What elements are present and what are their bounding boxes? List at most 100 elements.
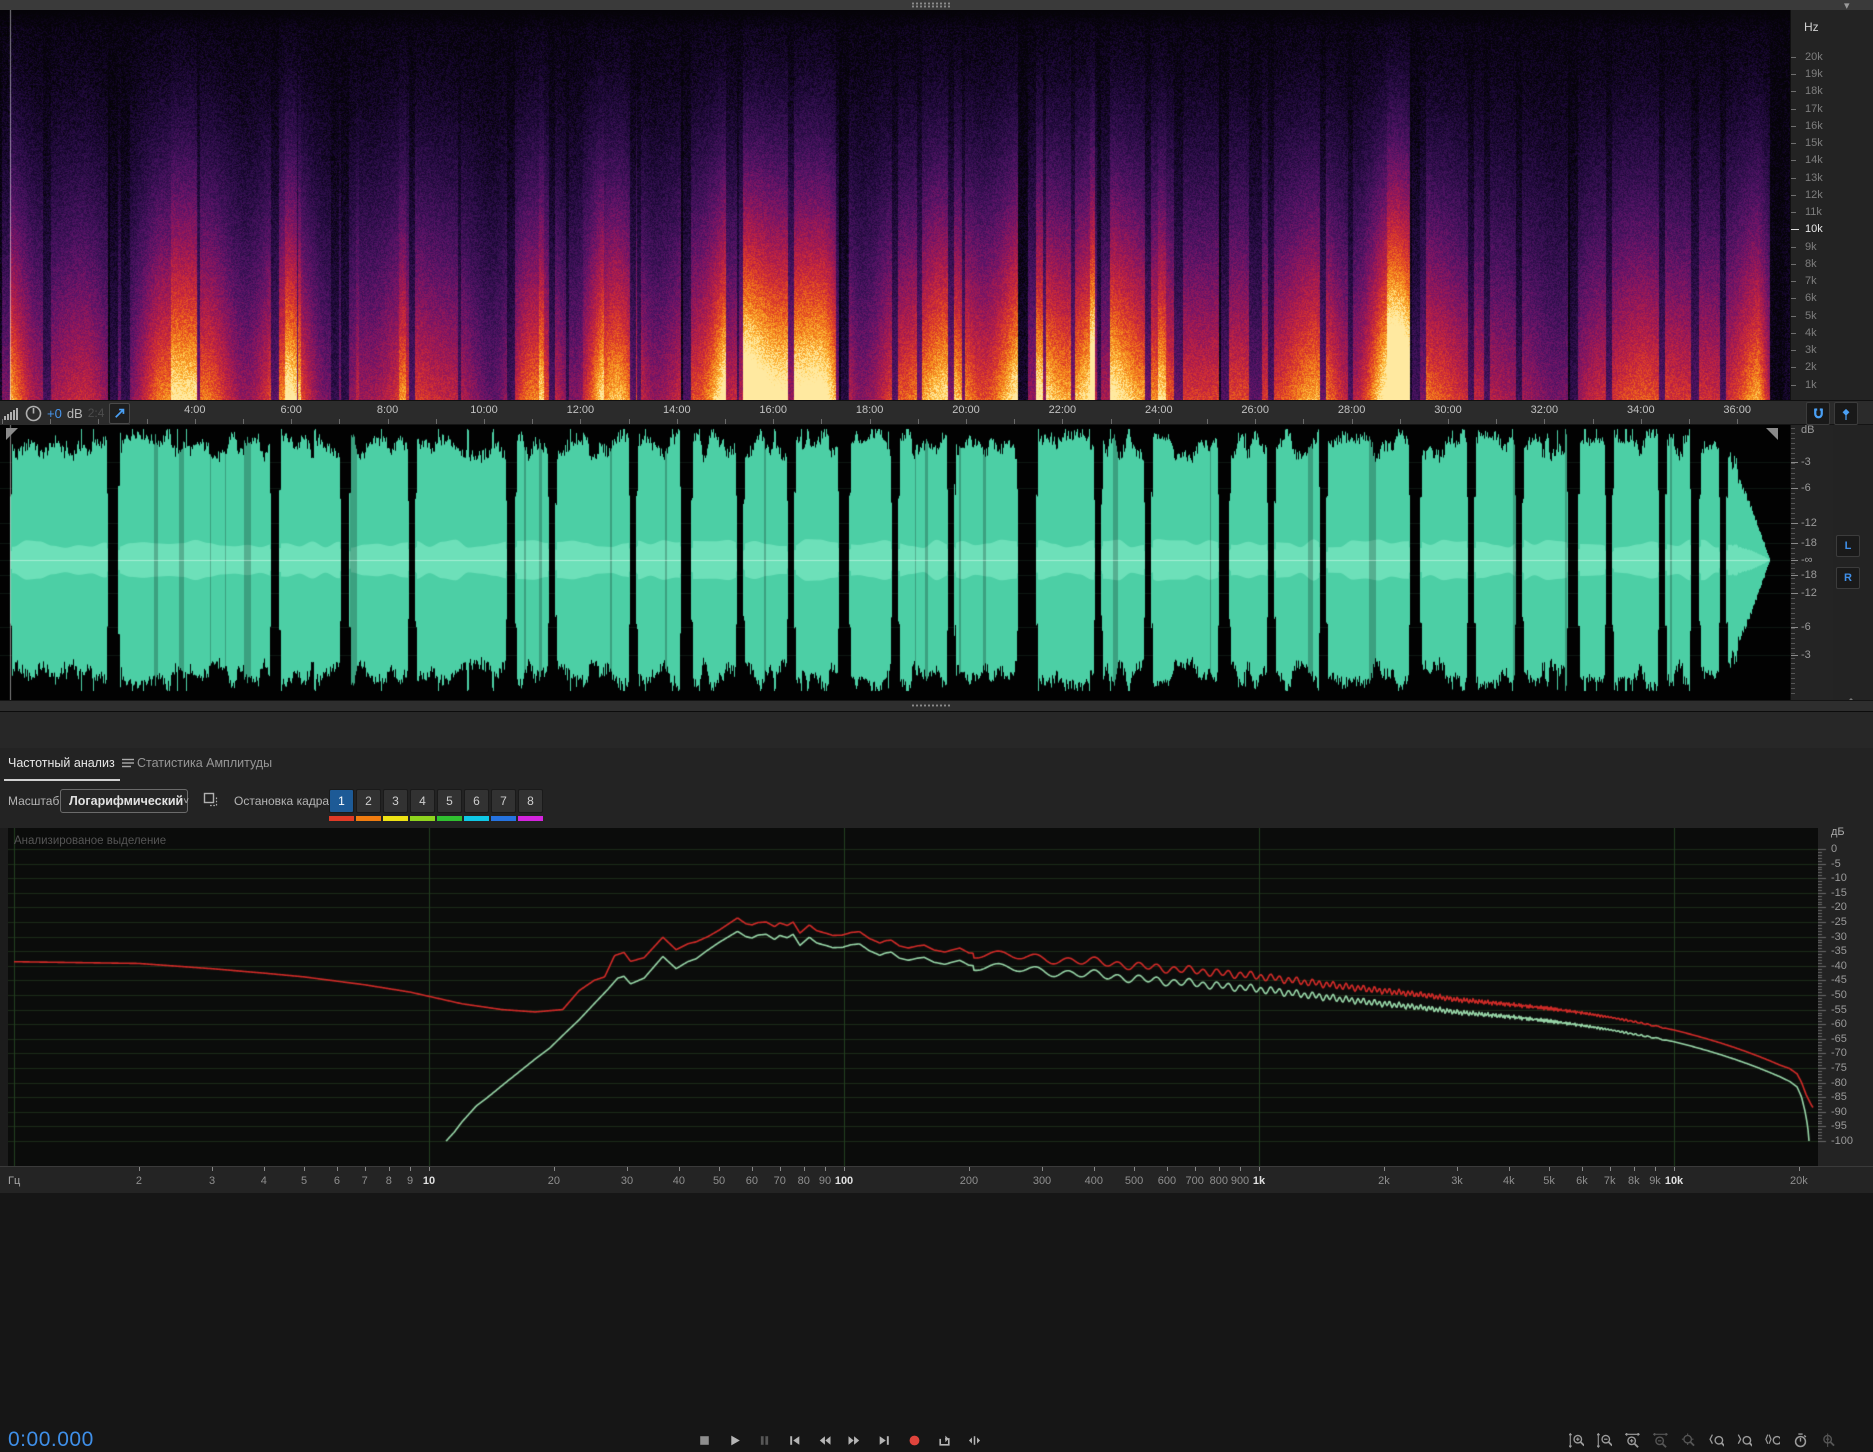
waveform-corner-handle-left[interactable]: [6, 428, 18, 440]
timeline-tick: [1496, 419, 1497, 424]
active-tab-underline: [4, 779, 120, 781]
frame-hold-button[interactable]: 8: [518, 789, 543, 821]
copy-frame-icon[interactable]: [203, 792, 218, 807]
hz-ruler-label: 17k: [1805, 103, 1823, 115]
left-channel-button[interactable]: L: [1836, 535, 1860, 557]
timeline-ruler[interactable]: 4:006:008:0010:0012:0014:0016:0018:0020:…: [0, 400, 1873, 425]
tab-frequency-analysis[interactable]: Частотный анализ: [8, 756, 134, 770]
panel-divider-grip[interactable]: [0, 700, 1873, 712]
frequency-axis-tick: [1799, 1167, 1800, 1171]
spectrogram-display[interactable]: [0, 10, 1790, 400]
levels-icon[interactable]: [4, 406, 20, 420]
timeline-tick: [388, 419, 389, 424]
frequency-axis-label: 10: [423, 1175, 435, 1187]
frequency-plot[interactable]: [8, 828, 1818, 1166]
frame-hold-color-bar: [356, 816, 381, 821]
db-axis-label: -70: [1831, 1047, 1847, 1059]
frame-hold-button[interactable]: 1: [329, 789, 354, 821]
fast-forward-icon[interactable]: [842, 1428, 866, 1452]
timeline-label: 36:00: [1723, 404, 1751, 416]
right-channel-button[interactable]: R: [1836, 567, 1860, 589]
frame-hold-button[interactable]: 7: [491, 789, 516, 821]
frame-hold-button[interactable]: 6: [464, 789, 489, 821]
frequency-axis-label: 6k: [1576, 1175, 1588, 1187]
hz-ruler-tick: [1791, 367, 1796, 368]
scale-label: Масштаб:: [8, 794, 63, 808]
waveform-corner-handle-right[interactable]: [1766, 428, 1778, 440]
timeline-label: 12:00: [567, 404, 595, 416]
skip-start-icon[interactable]: [782, 1428, 806, 1452]
skip-end-icon[interactable]: [872, 1428, 896, 1452]
hz-ruler-tick: [1791, 385, 1796, 386]
zoom-reset-icon[interactable]: [1678, 1428, 1699, 1452]
amplitude-label: -3: [1801, 649, 1811, 661]
timer-zoom-icon[interactable]: [1790, 1428, 1811, 1452]
timeline-tick: [195, 419, 196, 424]
zoom-out-horizontal-icon[interactable]: [1650, 1428, 1671, 1452]
timeline-label: 20:00: [952, 404, 980, 416]
waveform-display[interactable]: [0, 425, 1790, 700]
time-display[interactable]: 0:00.000: [8, 1428, 94, 1452]
db-axis-label: -20: [1831, 901, 1847, 913]
clock-icon[interactable]: [25, 405, 42, 422]
frequency-axis-label: 90: [819, 1175, 831, 1187]
loop-icon[interactable]: [932, 1428, 956, 1452]
hz-ruler-tick: [1791, 57, 1796, 58]
frame-hold-number: 6: [464, 789, 489, 813]
record-icon[interactable]: [902, 1428, 926, 1452]
zoom-in-vertical-icon[interactable]: [1566, 1428, 1587, 1452]
stop-icon[interactable]: [692, 1428, 716, 1452]
timeline-right-buttons: [1806, 402, 1858, 425]
panel-top-grip[interactable]: [0, 0, 1873, 10]
amplitude-ruler[interactable]: dB -3-6-12-18-∞-18-12-6-3: [1790, 425, 1834, 700]
zoom-out-point-icon[interactable]: [1734, 1428, 1755, 1452]
timeline-tick: [484, 419, 485, 424]
db-axis-label: -25: [1831, 916, 1847, 928]
hz-ruler-tick: [1791, 264, 1796, 265]
timeline-tick: [98, 419, 99, 424]
frame-hold-button[interactable]: 5: [437, 789, 462, 821]
zoom-full-icon[interactable]: [1818, 1428, 1839, 1452]
timeline-tick: [1303, 419, 1304, 424]
frequency-axis-label: 30: [621, 1175, 633, 1187]
frequency-axis-tick: [679, 1167, 680, 1171]
amplitude-major-tick: [1791, 462, 1798, 463]
timeline-tick: [243, 419, 244, 424]
amplitude-major-tick: [1791, 560, 1798, 561]
timeline-tick: [1352, 419, 1353, 424]
tab-amplitude-statistics[interactable]: Статистика Амплитуды: [137, 756, 272, 770]
frequency-axis-tick: [1549, 1167, 1550, 1171]
hz-ruler-tick: [1791, 178, 1796, 179]
play-icon[interactable]: [722, 1428, 746, 1452]
panel-menu-icon[interactable]: [122, 758, 134, 768]
snap-magnet-button[interactable]: [1806, 402, 1830, 425]
skip-selection-icon[interactable]: [962, 1428, 986, 1452]
zoom-in-horizontal-icon[interactable]: [1622, 1428, 1643, 1452]
frame-hold-button[interactable]: 4: [410, 789, 435, 821]
frequency-axis-tick: [1094, 1167, 1095, 1171]
timeline-tick: [773, 419, 774, 424]
db-axis-label: -60: [1831, 1018, 1847, 1030]
frequency-axis-tick: [780, 1167, 781, 1171]
pin-playhead-button[interactable]: [109, 403, 130, 424]
zoom-selection-icon[interactable]: [1762, 1428, 1783, 1452]
rewind-icon[interactable]: [812, 1428, 836, 1452]
frequency-axis-tick: [1634, 1167, 1635, 1171]
timeline-label: 24:00: [1145, 404, 1173, 416]
frequency-ruler[interactable]: 20k19k18k17k16k15k14k13k12k11k10k9k8k7k6…: [1790, 10, 1873, 400]
frame-hold-button[interactable]: 2: [356, 789, 381, 821]
zoom-out-vertical-icon[interactable]: [1594, 1428, 1615, 1452]
timeline-tick: [291, 419, 292, 424]
frame-hold-color-bar: [383, 816, 408, 821]
timeline-tick: [532, 419, 533, 424]
panel-menu-caret-icon[interactable]: ▾: [1844, 0, 1850, 12]
analyzed-selection-label: Анализированое выделение: [14, 835, 166, 847]
zoom-in-point-icon[interactable]: [1706, 1428, 1727, 1452]
timeline-tick: [870, 419, 871, 424]
hz-ruler-tick: [1791, 281, 1796, 282]
marker-button[interactable]: [1834, 402, 1858, 425]
pause-icon[interactable]: [752, 1428, 776, 1452]
frame-hold-button[interactable]: 3: [383, 789, 408, 821]
frequency-axis-label: 20k: [1790, 1175, 1808, 1187]
scale-dropdown[interactable]: Логарифмический ˅: [60, 789, 188, 813]
